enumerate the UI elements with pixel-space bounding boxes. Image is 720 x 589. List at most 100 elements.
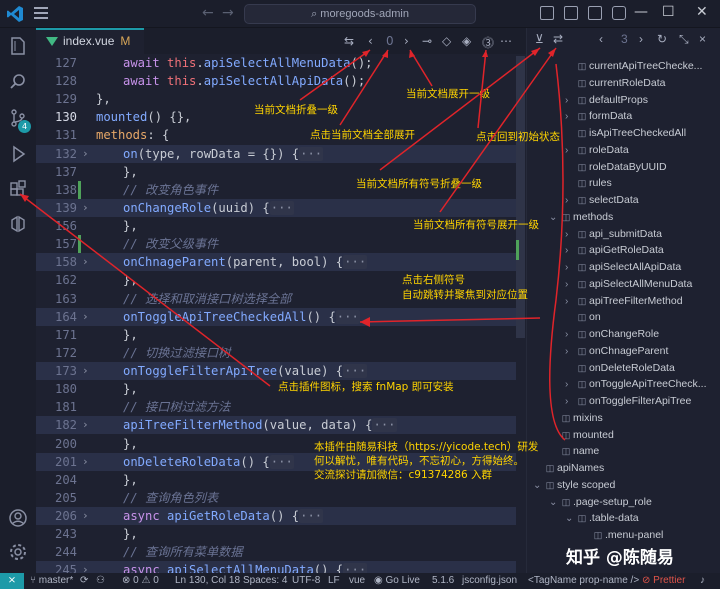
- toggle-panel-icon[interactable]: [564, 6, 578, 20]
- line-number[interactable]: 181: [36, 398, 77, 416]
- chevron-right-icon[interactable]: ›: [565, 93, 575, 109]
- collapse-all-icon[interactable]: ⤡: [679, 32, 689, 47]
- gutter-change-marker[interactable]: [78, 235, 81, 254]
- outline-item[interactable]: ◫ currentApiTreeChecke...: [565, 58, 703, 74]
- line-number[interactable]: 204: [36, 471, 77, 489]
- fold-chevron-icon[interactable]: ›: [82, 362, 89, 380]
- outline-item[interactable]: › ◫ apiTreeFilterMethod: [565, 293, 683, 309]
- line-number[interactable]: 200: [36, 435, 77, 453]
- code-line[interactable]: 243},: [36, 525, 526, 543]
- indentation-status[interactable]: Spaces: 4: [243, 573, 287, 589]
- outline-item[interactable]: ◫ currentRoleData: [565, 75, 666, 91]
- line-number[interactable]: 171: [36, 326, 77, 344]
- outline-item[interactable]: ◫ onDeleteRoleData: [565, 360, 675, 376]
- outline-item[interactable]: ◫ apiNames: [533, 460, 605, 476]
- outline-item[interactable]: › ◫ apiGetRoleData: [565, 242, 664, 258]
- code-line[interactable]: 139 › onChangeRole(uuid) {···: [36, 198, 526, 218]
- outline-item[interactable]: › ◫ roleData: [565, 142, 629, 158]
- chevron-right-icon[interactable]: ›: [565, 193, 575, 209]
- toggle-sidebar-icon[interactable]: [540, 6, 554, 20]
- chevron-right-icon[interactable]: ›: [565, 227, 575, 243]
- notifications-bell-icon[interactable]: ♪: [700, 573, 705, 589]
- prev-fold-icon[interactable]: ‹: [368, 34, 373, 48]
- expand-symbols-icon[interactable]: ⇄: [553, 32, 563, 46]
- outline-item[interactable]: ◫ mounted: [549, 427, 614, 443]
- line-number[interactable]: 131: [36, 126, 77, 144]
- code-line[interactable]: 244 // 查询所有菜单数据: [36, 543, 526, 561]
- language-mode[interactable]: vue: [349, 573, 365, 589]
- line-number[interactable]: 157: [36, 235, 77, 253]
- outline-item[interactable]: › ◫ onToggleApiTreeCheck...: [565, 376, 707, 392]
- fold-chevron-icon[interactable]: ›: [82, 507, 89, 525]
- chevron-right-icon[interactable]: ›: [565, 344, 575, 360]
- account-icon[interactable]: [8, 508, 28, 528]
- line-number[interactable]: 158: [36, 253, 77, 271]
- line-number[interactable]: 162: [36, 271, 77, 289]
- chevron-down-icon[interactable]: ⌄: [565, 511, 575, 527]
- close-panel-icon[interactable]: ×: [699, 32, 706, 46]
- reset-state-icon[interactable]: ⓷: [482, 34, 494, 51]
- customize-layout-icon[interactable]: [612, 6, 626, 20]
- chevron-down-icon[interactable]: ⌄: [533, 478, 543, 494]
- back-arrow-icon[interactable]: ←: [202, 5, 214, 21]
- outline-item[interactable]: ◫ mixins: [549, 410, 603, 426]
- code-line[interactable]: 173 › onToggleFilterApiTree(value) {···: [36, 362, 526, 381]
- next-symbol-icon[interactable]: ›: [639, 32, 643, 46]
- fold-chevron-icon[interactable]: ›: [82, 199, 89, 217]
- maximize-button[interactable]: ☐: [662, 4, 675, 20]
- code-line[interactable]: 132 › on(type, rowData = {}) {···: [36, 144, 526, 163]
- explorer-icon[interactable]: [8, 36, 28, 56]
- chevron-right-icon[interactable]: ›: [565, 377, 575, 393]
- line-number[interactable]: 173: [36, 362, 77, 380]
- chevron-down-icon[interactable]: ⌄: [549, 210, 559, 226]
- chevron-right-icon[interactable]: ›: [565, 277, 575, 293]
- code-line[interactable]: 131 methods: {: [36, 126, 526, 144]
- line-number[interactable]: 205: [36, 489, 77, 507]
- menu-icon[interactable]: [34, 7, 48, 19]
- outline-item[interactable]: › ◫ api_submitData: [565, 226, 662, 242]
- outline-item[interactable]: › ◫ onToggleFilterApiTree: [565, 393, 691, 409]
- chevron-right-icon[interactable]: ›: [565, 260, 575, 276]
- code-line[interactable]: 158 › onChnageParent(parent, bool) {···: [36, 253, 526, 272]
- chevron-right-icon[interactable]: ›: [565, 327, 575, 343]
- line-number[interactable]: 137: [36, 163, 77, 181]
- prev-symbol-icon[interactable]: ‹: [599, 32, 603, 46]
- outline-item[interactable]: › ◫ onChnageParent: [565, 343, 668, 359]
- remote-indicator-icon[interactable]: ⨯: [0, 573, 24, 589]
- code-editor[interactable]: 127 await this.apiSelectAllMenuData(); 128…: [36, 54, 526, 573]
- remote-explorer-icon[interactable]: [8, 214, 28, 234]
- code-line[interactable]: 205 // 查询角色列表: [36, 489, 526, 507]
- fold-chevron-icon[interactable]: ›: [82, 416, 89, 434]
- golive-status[interactable]: ◉ Go Live: [374, 573, 420, 589]
- line-number[interactable]: 139: [36, 199, 77, 217]
- line-number[interactable]: 244: [36, 543, 77, 561]
- fold-chevron-icon[interactable]: ›: [82, 453, 89, 471]
- code-line[interactable]: 181 // 接口树过滤方法: [36, 398, 526, 416]
- outline-item[interactable]: ⌄ ◫ style scoped: [533, 477, 615, 493]
- outline-item[interactable]: ⌄ ◫ .page-setup_role: [549, 494, 652, 510]
- code-line[interactable]: 171},: [36, 326, 526, 344]
- expand-all-icon[interactable]: ◈: [462, 34, 471, 48]
- code-line[interactable]: 245 › async apiSelectAllMenuData() {···: [36, 561, 526, 573]
- chevron-down-icon[interactable]: ⌄: [549, 495, 559, 511]
- line-number[interactable]: 156: [36, 217, 77, 235]
- minimize-button[interactable]: —: [634, 4, 648, 20]
- extensions-icon[interactable]: [8, 180, 28, 200]
- fold-chevron-icon[interactable]: ›: [82, 561, 89, 573]
- search-icon[interactable]: [8, 72, 28, 92]
- outline-item[interactable]: › ◫ formData: [565, 108, 632, 124]
- refresh-icon[interactable]: ↻: [657, 32, 667, 46]
- chevron-right-icon[interactable]: ›: [565, 394, 575, 410]
- settings-gear-icon[interactable]: [8, 542, 28, 562]
- chevron-right-icon[interactable]: ›: [565, 243, 575, 259]
- line-number[interactable]: 163: [36, 290, 77, 308]
- line-number[interactable]: 130: [36, 108, 77, 126]
- line-number[interactable]: 172: [36, 344, 77, 362]
- line-number[interactable]: 206: [36, 507, 77, 525]
- jsconfig-status[interactable]: jsconfig.json: [462, 573, 517, 589]
- fold-one-icon[interactable]: ⊸: [422, 34, 432, 48]
- line-number[interactable]: 128: [36, 72, 77, 90]
- problems-status[interactable]: ⊗ 0 ⚠ 0: [122, 573, 159, 589]
- code-line[interactable]: 182 › apiTreeFilterMethod(value, data) {··…: [36, 416, 526, 435]
- line-number[interactable]: 180: [36, 380, 77, 398]
